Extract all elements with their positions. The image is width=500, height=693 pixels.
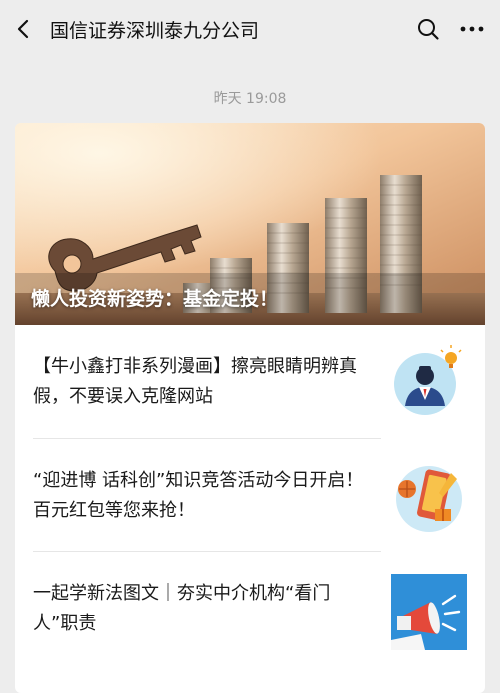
top-bar: 国信证券深圳泰九分公司 <box>0 0 500 58</box>
search-button[interactable] <box>406 0 450 58</box>
search-icon <box>418 19 439 40</box>
article-item-3[interactable]: 一起学新法图文｜夯实中介机构“看门人”职责 <box>33 552 467 666</box>
article-title: 一起学新法图文｜夯实中介机构“看门人”职责 <box>33 583 331 634</box>
more-dots-icon <box>460 26 484 32</box>
page-title: 国信证券深圳泰九分公司 <box>50 19 260 42</box>
article-thumbnail <box>391 459 467 535</box>
message-timestamp: 昨天 19:08 <box>213 91 287 107</box>
article-card: 懒人投资新姿势：基金定投！ 【牛小鑫打非系列漫画】擦亮眼睛明辨真假，不要误入克隆… <box>15 123 485 693</box>
article-thumbnail <box>391 574 467 650</box>
back-button[interactable] <box>2 0 46 58</box>
hero-article[interactable]: 懒人投资新姿势：基金定投！ <box>15 123 485 325</box>
article-thumbnail <box>391 344 467 420</box>
hero-caption: 懒人投资新姿势：基金定投！ <box>31 288 279 310</box>
chevron-left-icon <box>17 19 29 39</box>
article-title: “迎进博 话科创”知识竞答活动今日开启！百元红包等您来抢！ <box>33 470 364 521</box>
more-button[interactable] <box>450 0 494 58</box>
article-title: 【牛小鑫打非系列漫画】擦亮眼睛明辨真假，不要误入克隆网站 <box>33 356 357 407</box>
article-item-1[interactable]: 【牛小鑫打非系列漫画】擦亮眼睛明辨真假，不要误入克隆网站 <box>33 325 467 439</box>
phone-gift-icon <box>391 459 467 535</box>
businessman-icon <box>391 344 467 420</box>
article-item-2[interactable]: “迎进博 话科创”知识竞答活动今日开启！百元红包等您来抢！ <box>33 439 467 553</box>
megaphone-icon <box>391 574 467 650</box>
